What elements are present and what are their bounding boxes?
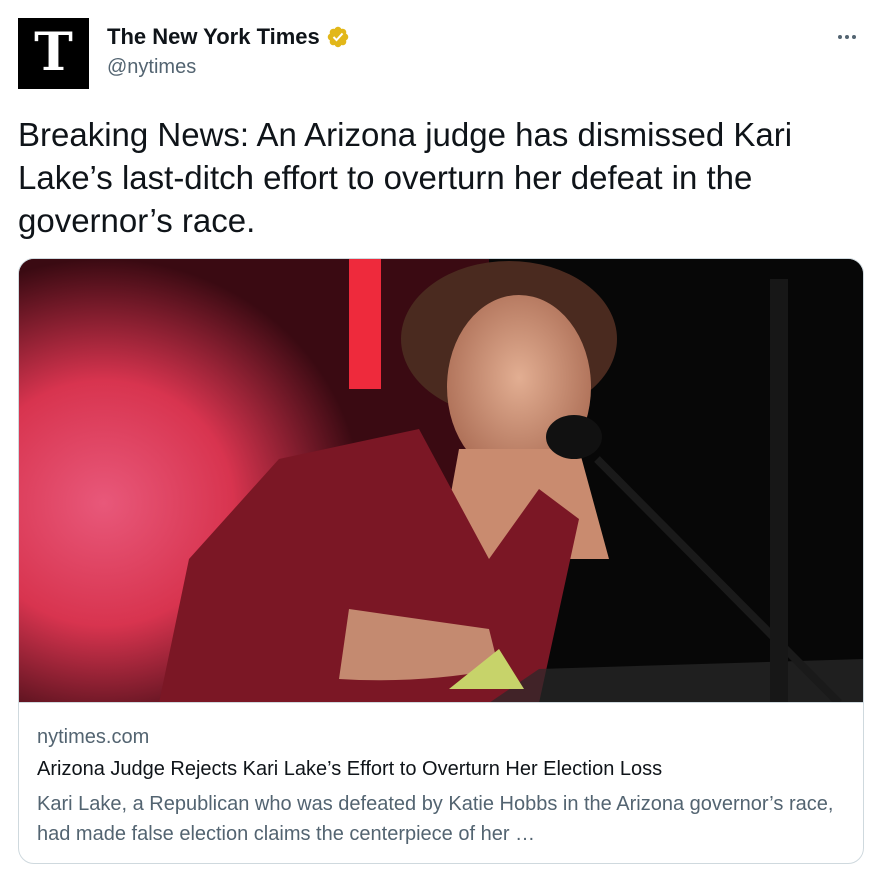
more-options-icon[interactable]: [832, 22, 862, 52]
card-domain: nytimes.com: [37, 726, 150, 748]
more-dot: [852, 35, 856, 39]
author-name-label: The New York Times: [107, 24, 320, 49]
link-card[interactable]: nytimes.com Arizona Judge Rejects Kari L…: [18, 258, 864, 864]
card-description: Kari Lake, a Republican who was defeated…: [37, 793, 834, 845]
tweet-text: Breaking News: An Arizona judge has dism…: [18, 116, 793, 239]
card-title: Arizona Judge Rejects Kari Lake’s Effort…: [37, 758, 663, 780]
more-dot: [845, 35, 849, 39]
nyt-logo-icon: T: [34, 21, 73, 83]
verified-badge-icon: [326, 25, 350, 49]
avatar[interactable]: T: [18, 18, 89, 89]
author-name[interactable]: The New York Times: [107, 24, 350, 50]
tweet: T The New York Times @nytimes Breaking N…: [0, 0, 876, 882]
author-handle[interactable]: @nytimes: [107, 56, 196, 79]
card-divider: [19, 702, 863, 703]
article-photo: [19, 259, 863, 703]
more-dot: [838, 35, 842, 39]
